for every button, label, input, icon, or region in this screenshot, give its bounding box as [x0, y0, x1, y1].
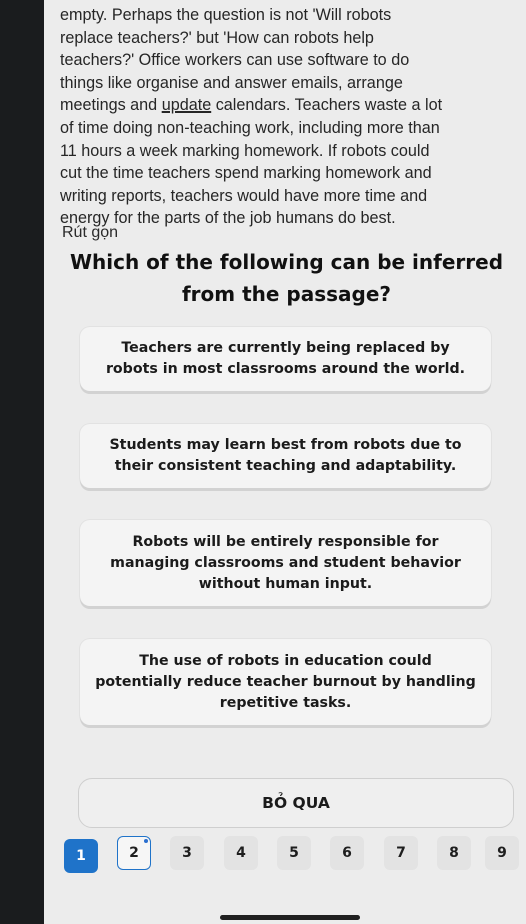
passage-line: of time doing non-teaching work, includi…: [60, 118, 440, 137]
answer-option-c[interactable]: Robots will be entirely responsible for …: [80, 520, 491, 606]
option-label: Teachers are currently being replaced by…: [105, 340, 466, 377]
reading-passage: empty. Perhaps the question is not 'Will…: [60, 4, 522, 230]
skip-button[interactable]: BỎ QUA: [78, 778, 514, 828]
page-button-8[interactable]: 8: [437, 836, 471, 870]
unread-dot-icon: [144, 839, 148, 843]
page-button-6[interactable]: 6: [330, 836, 364, 870]
passage-line: meetings and update calendars. Teachers …: [60, 94, 522, 117]
page-number: 8: [449, 845, 459, 861]
home-indicator: [220, 915, 360, 920]
page-number: 2: [129, 845, 139, 861]
answer-option-a[interactable]: Teachers are currently being replaced by…: [80, 327, 491, 391]
passage-line: cut the time teachers spend marking home…: [60, 164, 432, 183]
skip-label: BỎ QUA: [262, 794, 330, 812]
passage-line: empty. Perhaps the question is not 'Will…: [60, 6, 392, 24]
page-number: 4: [236, 845, 246, 861]
passage-line: replace teachers?' but 'How can robots h…: [60, 28, 374, 47]
collapse-link[interactable]: Rút gọn: [62, 224, 118, 242]
page-button-1[interactable]: 1: [64, 839, 98, 873]
page-number: 5: [289, 845, 299, 861]
option-label: Students may learn best from robots due …: [109, 437, 462, 474]
page-button-3[interactable]: 3: [170, 836, 204, 870]
passage-line: 11 hours a week marking homework. If rob…: [60, 141, 430, 160]
page-number: 6: [342, 845, 352, 861]
page-button-4[interactable]: 4: [224, 836, 258, 870]
question-pager: 1 2 3 4 5 6 7 8 9: [64, 836, 524, 878]
option-label: Robots will be entirely responsible for …: [110, 533, 461, 592]
quiz-screen: empty. Perhaps the question is not 'Will…: [44, 0, 526, 924]
page-number: 1: [76, 848, 86, 864]
passage-line: energy for the parts of the job humans d…: [60, 209, 396, 228]
passage-line: teachers?' Office workers can use softwa…: [60, 51, 410, 70]
page-button-2[interactable]: 2: [117, 836, 151, 870]
page-button-9[interactable]: 9: [485, 836, 519, 870]
answer-option-b[interactable]: Students may learn best from robots due …: [80, 424, 491, 488]
answer-option-d[interactable]: The use of robots in education could pot…: [80, 639, 491, 725]
passage-line: writing reports, teachers would have mor…: [60, 186, 428, 205]
page-button-5[interactable]: 5: [277, 836, 311, 870]
passage-text: meetings and: [60, 96, 162, 115]
page-number: 3: [182, 845, 192, 861]
page-button-7[interactable]: 7: [384, 836, 418, 870]
passage-line: things like organise and answer emails, …: [60, 73, 403, 92]
passage-text: calendars. Teachers waste a lot: [211, 96, 443, 115]
option-label: The use of robots in education could pot…: [95, 652, 476, 711]
question-text: Which of the following can be inferred f…: [69, 250, 504, 306]
page-number: 9: [497, 845, 507, 861]
highlighted-word: update: [161, 96, 212, 115]
page-number: 7: [396, 845, 406, 861]
